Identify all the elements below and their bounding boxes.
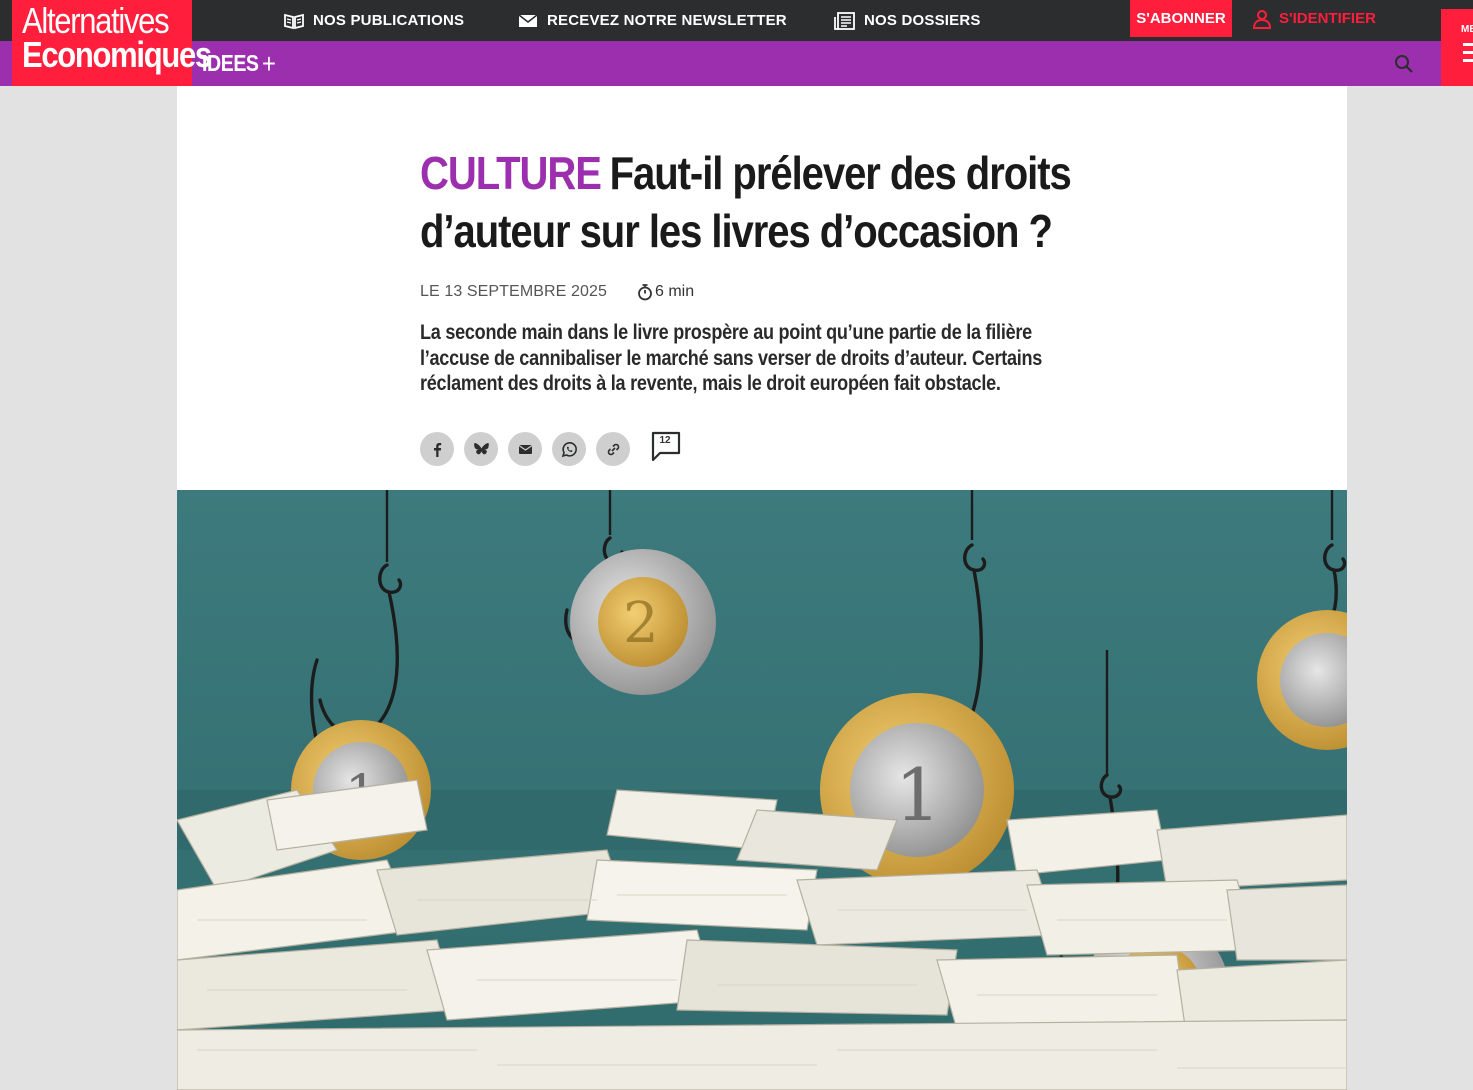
section-idees-label: IDEES <box>202 50 259 76</box>
article-hero-image: 2 1 1 <box>177 490 1347 1090</box>
share-whatsapp-button[interactable] <box>552 432 586 466</box>
article-date: LE 13 SEPTEMBRE 2025 <box>420 283 607 300</box>
comments-button[interactable]: 12 <box>651 431 683 463</box>
subscribe-button[interactable]: S'ABONNER <box>1130 0 1232 37</box>
nav-newsletter-label: RECEVEZ NOTRE NEWSLETTER <box>547 12 787 29</box>
login-button[interactable]: S'IDENTIFIER <box>1252 0 1376 37</box>
whatsapp-icon <box>561 441 577 457</box>
nav-newsletter[interactable]: RECEVEZ NOTRE NEWSLETTER <box>517 0 787 41</box>
share-facebook-button[interactable] <box>420 432 454 466</box>
comment-count: 12 <box>659 435 671 446</box>
share-email-button[interactable] <box>508 432 542 466</box>
share-bluesky-button[interactable] <box>464 432 498 466</box>
nav-dossiers[interactable]: NOS DOSSIERS <box>834 0 981 41</box>
newspaper-icon <box>834 11 855 30</box>
reading-time: 6 min <box>637 283 694 301</box>
hero-illustration: 2 1 1 <box>177 490 1347 1090</box>
stopwatch-icon <box>638 284 652 301</box>
article-card: CULTURE Faut-il prélever des droits d’aut… <box>177 86 1347 1090</box>
svg-text:1: 1 <box>895 753 941 837</box>
search-icon[interactable] <box>1394 54 1414 74</box>
user-icon <box>1252 9 1272 29</box>
link-icon <box>607 443 619 455</box>
book-icon <box>284 13 304 29</box>
logo-line-1: Alternatives <box>22 0 170 41</box>
share-bar <box>420 432 640 466</box>
hamburger-icon <box>1463 43 1473 67</box>
plus-icon: + <box>261 47 276 79</box>
reading-time-label: 6 min <box>654 283 695 300</box>
article-title: CULTURE Faut-il prélever des droits d’aut… <box>420 144 1116 260</box>
logo-line-2: Economiques <box>22 34 212 75</box>
envelope-icon <box>518 13 538 27</box>
section-idees-link[interactable]: IDEES + <box>202 41 276 86</box>
login-label: S'IDENTIFIER <box>1279 10 1376 27</box>
share-link-button[interactable] <box>596 432 630 466</box>
nav-dossiers-label: NOS DOSSIERS <box>864 12 981 29</box>
menu-button[interactable]: ME <box>1441 9 1473 86</box>
article-rubric[interactable]: CULTURE <box>420 147 602 199</box>
article-meta: LE 13 SEPTEMBRE 2025 6 min <box>420 283 694 301</box>
menu-label: ME <box>1461 24 1473 35</box>
svg-text:2: 2 <box>623 591 659 656</box>
article-lead: La seconde main dans le livre prospère a… <box>420 321 1043 395</box>
site-logo[interactable]: Alternatives Economiques <box>12 0 212 86</box>
article-header: CULTURE Faut-il prélever des droits d’aut… <box>420 144 1120 260</box>
bluesky-icon <box>473 442 489 454</box>
nav-publications[interactable]: NOS PUBLICATIONS <box>283 0 464 41</box>
nav-publications-label: NOS PUBLICATIONS <box>313 12 465 29</box>
facebook-icon <box>433 442 441 457</box>
email-icon <box>518 444 532 454</box>
